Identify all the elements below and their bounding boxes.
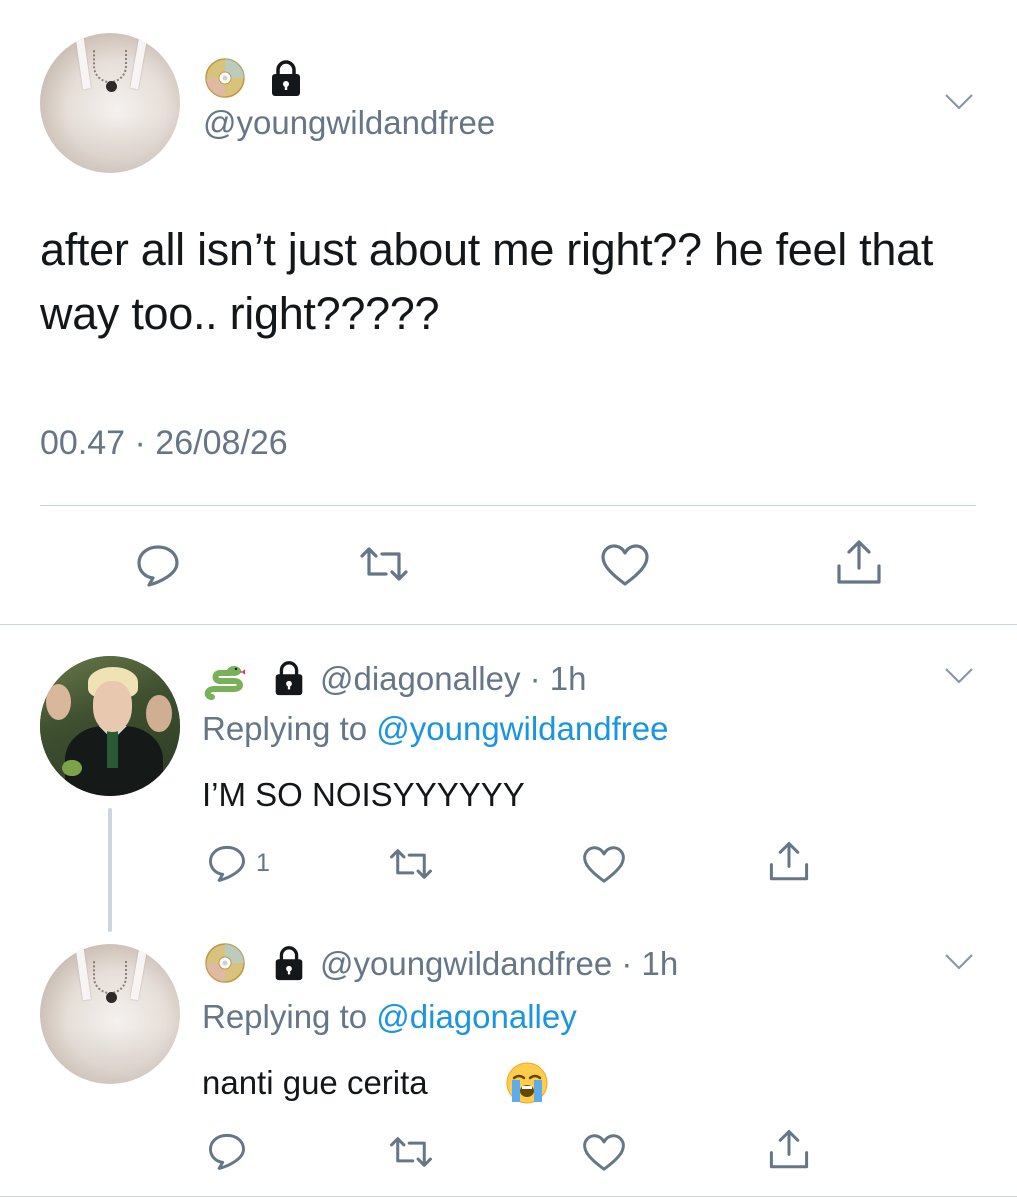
avatar[interactable] — [40, 944, 180, 1084]
heart-icon[interactable] — [582, 845, 626, 884]
lock-icon — [272, 60, 300, 96]
lock-icon — [275, 661, 303, 696]
replying-to-label: Replying to — [202, 710, 377, 747]
lock-icon — [275, 946, 303, 981]
reply-text: I’M SO NOISYYYYYY — [202, 776, 525, 813]
divider — [0, 624, 1017, 625]
reply-icon[interactable] — [207, 843, 247, 883]
replying-to: Replying to @youngwildandfree — [202, 710, 668, 748]
retweet-icon[interactable] — [388, 1134, 434, 1170]
heart-icon[interactable] — [582, 1133, 626, 1172]
retweet-icon[interactable] — [388, 846, 434, 882]
cd-icon — [205, 943, 245, 983]
retweet-icon[interactable] — [358, 544, 410, 584]
share-icon[interactable] — [766, 1128, 812, 1172]
chevron-down-icon[interactable] — [944, 92, 974, 112]
cd-icon — [205, 58, 245, 98]
replying-to-label: Replying to — [202, 998, 377, 1035]
reply-icon[interactable] — [207, 1131, 247, 1171]
reply-count: 1 — [256, 849, 270, 877]
reply-icon[interactable] — [135, 542, 181, 588]
avatar[interactable] — [40, 33, 180, 173]
tweet-timestamp[interactable]: 00.47 · 26/08/26 — [40, 424, 288, 463]
reply-text-body: nanti gue cerita — [202, 1064, 428, 1101]
reply-text: nanti gue cerita — [202, 1064, 428, 1102]
replying-to-mention[interactable]: @diagonalley — [376, 998, 576, 1035]
chevron-down-icon[interactable] — [944, 952, 974, 972]
heart-icon[interactable] — [600, 543, 650, 587]
replying-to: Replying to @diagonalley — [202, 998, 577, 1036]
chevron-down-icon[interactable] — [944, 666, 974, 686]
share-icon[interactable] — [833, 538, 885, 588]
divider — [40, 505, 976, 506]
author-handle[interactable]: @youngwildandfree — [203, 104, 495, 142]
divider — [0, 1196, 1017, 1197]
loudly-crying-face-icon — [506, 1062, 548, 1104]
replying-to-mention[interactable]: @youngwildandfree — [376, 710, 668, 747]
thread-connector — [108, 808, 112, 932]
tweet-text: after all isn’t just about me right?? he… — [40, 224, 934, 339]
share-icon[interactable] — [766, 840, 812, 884]
reply-meta[interactable]: @diagonalley · 1h — [320, 660, 587, 698]
reply-meta[interactable]: @youngwildandfree · 1h — [320, 945, 678, 983]
avatar[interactable] — [40, 656, 180, 796]
snake-icon — [204, 666, 246, 700]
